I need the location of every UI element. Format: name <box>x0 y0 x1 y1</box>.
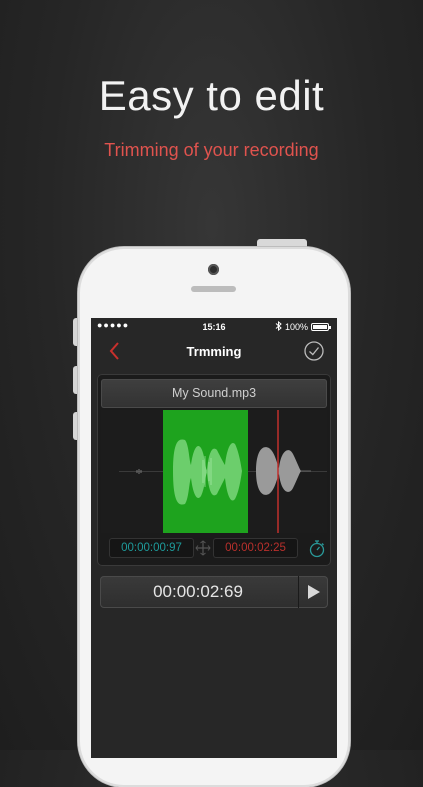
page-title: Trmming <box>186 344 242 359</box>
stopwatch-icon[interactable] <box>308 539 326 558</box>
phone-speaker <box>191 286 236 292</box>
play-button[interactable] <box>298 576 328 608</box>
trim-times-row: 00:00:00:97 00:00:02:25 <box>101 538 327 560</box>
headline: Easy to edit <box>98 72 325 119</box>
status-bar: ●●●●● 15:16 100% <box>91 318 337 336</box>
battery-icon <box>311 323 331 331</box>
start-time-field[interactable]: 00:00:00:97 <box>109 538 194 558</box>
subheadline: Trimming of your recording <box>104 140 319 160</box>
file-name-label: My Sound.mp3 <box>101 379 327 408</box>
battery-percent: 100% <box>285 322 309 332</box>
move-icon[interactable] <box>195 540 211 556</box>
checkmark-circle-icon[interactable] <box>303 340 325 362</box>
end-time-field[interactable]: 00:00:02:25 <box>213 538 298 558</box>
duration-label: 00:00:02:69 <box>153 582 243 601</box>
app-screen: ●●●●● 15:16 100% Trmming My Sound.mp3 00… <box>91 318 337 758</box>
play-icon <box>308 585 320 599</box>
trim-editor-panel: My Sound.mp3 00:00:00:97 00:00:02:25 <box>97 374 331 566</box>
waveform-view[interactable] <box>101 410 327 533</box>
navigation-bar: Trmming <box>91 336 337 366</box>
bluetooth-icon <box>275 320 282 333</box>
playback-bar: 00:00:02:69 <box>100 576 328 608</box>
phone-camera <box>208 264 219 275</box>
